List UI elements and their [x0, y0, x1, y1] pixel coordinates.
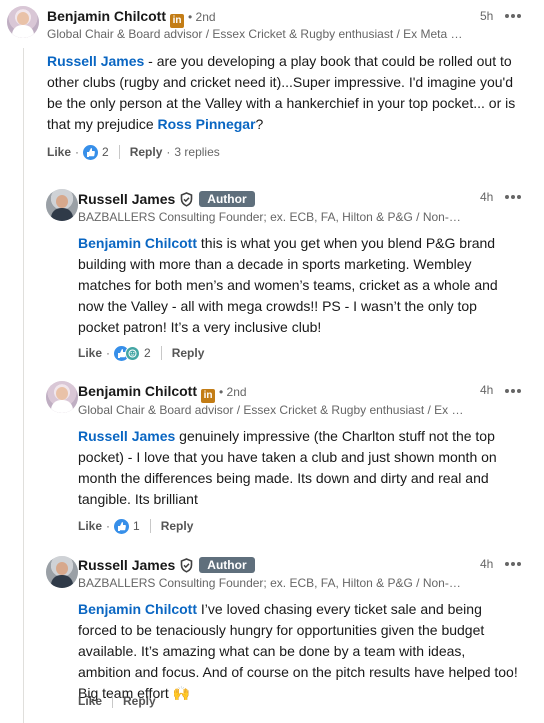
- author-name[interactable]: Russell James: [78, 557, 175, 573]
- like-button[interactable]: Like: [78, 694, 102, 708]
- comment-actions: Like Reply: [78, 693, 156, 709]
- author-badge: Author: [199, 557, 255, 573]
- avatar[interactable]: [7, 6, 39, 38]
- author-name[interactable]: Benjamin Chilcott: [47, 8, 166, 24]
- celebrate-reaction-icon[interactable]: [125, 345, 141, 361]
- author-name[interactable]: Russell James: [78, 191, 175, 207]
- comment-time: 4h: [480, 557, 494, 571]
- avatar[interactable]: [46, 189, 78, 221]
- commenter-headline: BAZBALLERS Consulting Founder; ex. ECB, …: [78, 210, 468, 224]
- commenter-name[interactable]: Russell James Author: [78, 557, 255, 573]
- divider: [149, 519, 151, 533]
- mention-link[interactable]: Russell James: [47, 53, 144, 69]
- divider: [160, 346, 162, 360]
- separator-dot: ·: [75, 145, 80, 159]
- reply-button[interactable]: Reply: [123, 694, 156, 708]
- like-button[interactable]: Like: [78, 346, 102, 360]
- shield-icon: [180, 192, 193, 207]
- divider: [112, 694, 114, 708]
- commenter-name[interactable]: Russell James Author: [78, 191, 255, 207]
- commenter-headline: Global Chair & Board advisor / Essex Cri…: [47, 27, 465, 41]
- connection-degree: • 2nd: [219, 385, 247, 399]
- divider: [118, 145, 120, 159]
- comment-body: Russell James genuinely impressive (the …: [78, 426, 518, 510]
- shield-icon: [180, 558, 193, 573]
- separator-dot: ·: [106, 346, 111, 360]
- separator-dot: ·: [166, 145, 171, 159]
- comment-actions: Like · 2 Reply · 3 replies: [47, 144, 220, 160]
- mention-link[interactable]: Benjamin Chilcott: [78, 601, 197, 617]
- avatar[interactable]: [46, 381, 78, 413]
- commenter-headline: Global Chair & Board advisor / Essex Cri…: [78, 403, 468, 417]
- reaction-count[interactable]: 1: [133, 519, 140, 533]
- comment-actions: Like · 1 Reply: [78, 518, 193, 534]
- comment-body: Benjamin Chilcott I’ve loved chasing eve…: [78, 599, 518, 704]
- more-icon[interactable]: [505, 559, 527, 569]
- like-reaction-icon[interactable]: [114, 518, 130, 534]
- mention-link[interactable]: Benjamin Chilcott: [78, 235, 197, 251]
- avatar[interactable]: [46, 556, 78, 588]
- comment-time: 5h: [480, 9, 494, 23]
- more-icon[interactable]: [505, 192, 527, 202]
- commenter-headline: BAZBALLERS Consulting Founder; ex. ECB, …: [78, 576, 468, 590]
- thread-line: [23, 48, 24, 723]
- author-badge: Author: [199, 191, 255, 207]
- reaction-count[interactable]: 2: [102, 145, 109, 159]
- like-button[interactable]: Like: [78, 519, 102, 533]
- more-icon[interactable]: [505, 11, 527, 21]
- comment-time: 4h: [480, 190, 494, 204]
- reply-button[interactable]: Reply: [172, 346, 205, 360]
- replies-count[interactable]: 3 replies: [174, 145, 219, 159]
- reply-button[interactable]: Reply: [130, 145, 163, 159]
- commenter-name[interactable]: Benjamin Chilcott in • 2nd: [78, 383, 247, 403]
- like-button[interactable]: Like: [47, 145, 71, 159]
- linkedin-badge-icon: in: [201, 389, 216, 403]
- comment-body: Benjamin Chilcott this is what you get w…: [78, 233, 518, 338]
- comment-body: Russell James - are you developing a pla…: [47, 51, 517, 135]
- comment-actions: Like · 2 Reply: [78, 345, 204, 361]
- comment-time: 4h: [480, 383, 494, 397]
- reply-button[interactable]: Reply: [161, 519, 194, 533]
- comment-text: ?: [255, 116, 264, 132]
- separator-dot: ·: [106, 519, 111, 533]
- reaction-count[interactable]: 2: [144, 346, 151, 360]
- connection-degree: • 2nd: [188, 10, 216, 24]
- linkedin-badge-icon: in: [170, 14, 185, 28]
- like-reaction-icon[interactable]: [83, 144, 99, 160]
- author-name[interactable]: Benjamin Chilcott: [78, 383, 197, 399]
- mention-link[interactable]: Ross Pinnegar: [158, 116, 256, 132]
- commenter-name[interactable]: Benjamin Chilcott in • 2nd: [47, 8, 216, 28]
- more-icon[interactable]: [505, 386, 527, 396]
- mention-link[interactable]: Russell James: [78, 428, 175, 444]
